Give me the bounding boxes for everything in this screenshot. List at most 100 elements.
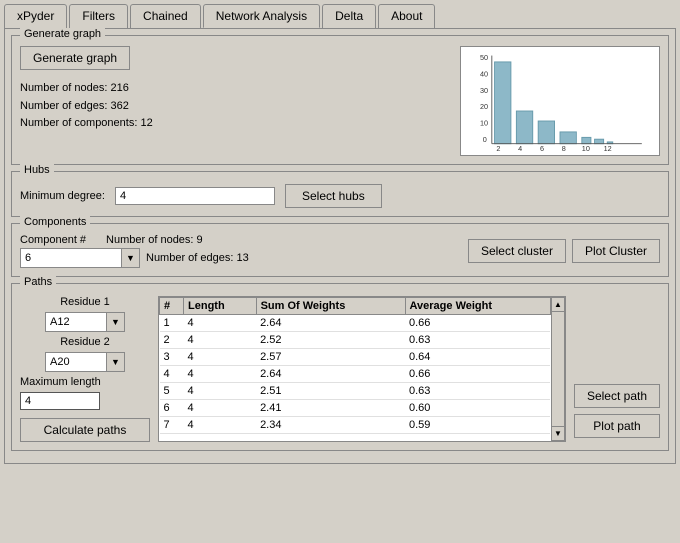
table-row[interactable]: 342.570.64 <box>160 349 551 366</box>
table-cell-sum: 2.51 <box>256 383 405 400</box>
table-cell-sum: 2.41 <box>256 400 405 417</box>
table-row[interactable]: 142.640.66 <box>160 315 551 332</box>
max-length-input[interactable] <box>20 392 100 410</box>
residue1-label: Residue 1 <box>20 296 150 308</box>
svg-text:6: 6 <box>540 144 544 151</box>
tab-filters[interactable]: Filters <box>69 4 128 28</box>
table-cell-sum: 2.52 <box>256 332 405 349</box>
residue1-value: A12 <box>46 316 106 328</box>
table-cell-avg: 0.63 <box>405 332 550 349</box>
tab-network-analysis[interactable]: Network Analysis <box>203 4 320 28</box>
component-value: 6 <box>21 252 121 264</box>
nodes-count-label: Number of nodes: 9 <box>106 234 203 246</box>
calculate-paths-button[interactable]: Calculate paths <box>20 418 150 442</box>
max-length-label: Maximum length <box>20 376 150 388</box>
scrollbar-down-arrow[interactable]: ▼ <box>552 426 564 440</box>
svg-text:2: 2 <box>496 144 500 151</box>
paths-table-section: # Length Sum Of Weights Average Weight 1… <box>158 296 566 442</box>
select-hubs-button[interactable]: Select hubs <box>285 184 382 208</box>
component-select[interactable]: 6 ▼ <box>20 248 140 268</box>
paths-label: Paths <box>20 276 56 288</box>
components-stat: Number of components: 12 <box>20 115 450 133</box>
table-cell-num: 3 <box>160 349 184 366</box>
paths-section: Paths Residue 1 A12 ▼ Residue 2 A20 ▼ Ma… <box>11 283 669 451</box>
min-degree-input[interactable] <box>115 187 275 205</box>
tab-about[interactable]: About <box>378 4 435 28</box>
paths-controls: Residue 1 A12 ▼ Residue 2 A20 ▼ Maximum … <box>20 296 150 442</box>
table-cell-sum: 2.64 <box>256 315 405 332</box>
svg-text:40: 40 <box>480 69 488 78</box>
components-label: Components <box>20 216 90 228</box>
generate-graph-left: Generate graph Number of nodes: 216 Numb… <box>20 46 450 133</box>
svg-text:10: 10 <box>582 144 590 151</box>
svg-text:30: 30 <box>480 86 488 95</box>
table-cell-avg: 0.66 <box>405 366 550 383</box>
svg-text:0: 0 <box>483 135 487 144</box>
select-cluster-button[interactable]: Select cluster <box>468 239 566 263</box>
generate-graph-label: Generate graph <box>20 28 105 40</box>
select-path-button[interactable]: Select path <box>574 384 660 408</box>
min-degree-label: Minimum degree: <box>20 190 105 202</box>
table-scrollbar[interactable]: ▲ ▼ <box>551 297 565 441</box>
edges-count-label: Number of edges: 13 <box>146 252 249 264</box>
table-cell-num: 7 <box>160 417 184 434</box>
svg-text:8: 8 <box>562 144 566 151</box>
tab-chained[interactable]: Chained <box>130 4 201 28</box>
tab-delta[interactable]: Delta <box>322 4 376 28</box>
path-action-buttons: Select path Plot path <box>574 296 660 442</box>
nodes-stat: Number of nodes: 216 <box>20 80 450 98</box>
table-row[interactable]: 742.340.59 <box>160 417 551 434</box>
table-cell-length: 4 <box>184 315 257 332</box>
table-cell-length: 4 <box>184 366 257 383</box>
edges-stat: Number of edges: 362 <box>20 98 450 116</box>
components-section: Components Component # Number of nodes: … <box>11 223 669 277</box>
scrollbar-up-arrow[interactable]: ▲ <box>552 298 564 312</box>
table-cell-length: 4 <box>184 383 257 400</box>
residue2-select[interactable]: A20 ▼ <box>45 352 125 372</box>
table-cell-avg: 0.63 <box>405 383 550 400</box>
table-cell-num: 5 <box>160 383 184 400</box>
plot-path-button[interactable]: Plot path <box>574 414 660 438</box>
graph-chart: 50 40 30 20 10 0 <box>460 46 660 156</box>
graph-stats: Number of nodes: 216 Number of edges: 36… <box>20 80 450 133</box>
residue1-select[interactable]: A12 ▼ <box>45 312 125 332</box>
table-cell-sum: 2.57 <box>256 349 405 366</box>
table-row[interactable]: 542.510.63 <box>160 383 551 400</box>
col-header-length: Length <box>184 298 257 315</box>
plot-cluster-button[interactable]: Plot Cluster <box>572 239 660 263</box>
hubs-inner: Minimum degree: Select hubs <box>20 184 660 208</box>
table-cell-num: 6 <box>160 400 184 417</box>
table-cell-sum: 2.64 <box>256 366 405 383</box>
table-cell-length: 4 <box>184 417 257 434</box>
residue2-label: Residue 2 <box>20 336 150 348</box>
components-top-row: Component # Number of nodes: 9 <box>20 234 460 246</box>
tab-bar: xPyder Filters Chained Network Analysis … <box>0 0 680 28</box>
table-row[interactable]: 642.410.60 <box>160 400 551 417</box>
table-cell-length: 4 <box>184 400 257 417</box>
col-header-num: # <box>160 298 184 315</box>
table-cell-length: 4 <box>184 349 257 366</box>
table-cell-avg: 0.60 <box>405 400 550 417</box>
table-cell-num: 4 <box>160 366 184 383</box>
generate-graph-button[interactable]: Generate graph <box>20 46 130 70</box>
table-cell-avg: 0.64 <box>405 349 550 366</box>
svg-text:50: 50 <box>480 53 488 62</box>
table-cell-length: 4 <box>184 332 257 349</box>
residue1-dropdown-arrow[interactable]: ▼ <box>106 313 124 331</box>
hubs-section: Hubs Minimum degree: Select hubs <box>11 171 669 217</box>
svg-text:12: 12 <box>604 144 612 151</box>
svg-text:4: 4 <box>518 144 522 151</box>
component-dropdown-arrow[interactable]: ▼ <box>121 249 139 267</box>
paths-inner: Residue 1 A12 ▼ Residue 2 A20 ▼ Maximum … <box>20 296 660 442</box>
tab-xpyder[interactable]: xPyder <box>4 4 67 28</box>
table-cell-num: 2 <box>160 332 184 349</box>
generate-graph-inner: Generate graph Number of nodes: 216 Numb… <box>20 46 660 156</box>
table-row[interactable]: 442.640.66 <box>160 366 551 383</box>
chart-svg: 50 40 30 20 10 0 <box>465 51 655 151</box>
svg-text:10: 10 <box>480 119 488 128</box>
table-row[interactable]: 242.520.63 <box>160 332 551 349</box>
main-content: Generate graph Generate graph Number of … <box>4 28 676 464</box>
residue2-dropdown-arrow[interactable]: ▼ <box>106 353 124 371</box>
paths-table-scroll[interactable]: # Length Sum Of Weights Average Weight 1… <box>159 297 551 434</box>
table-cell-avg: 0.66 <box>405 315 550 332</box>
